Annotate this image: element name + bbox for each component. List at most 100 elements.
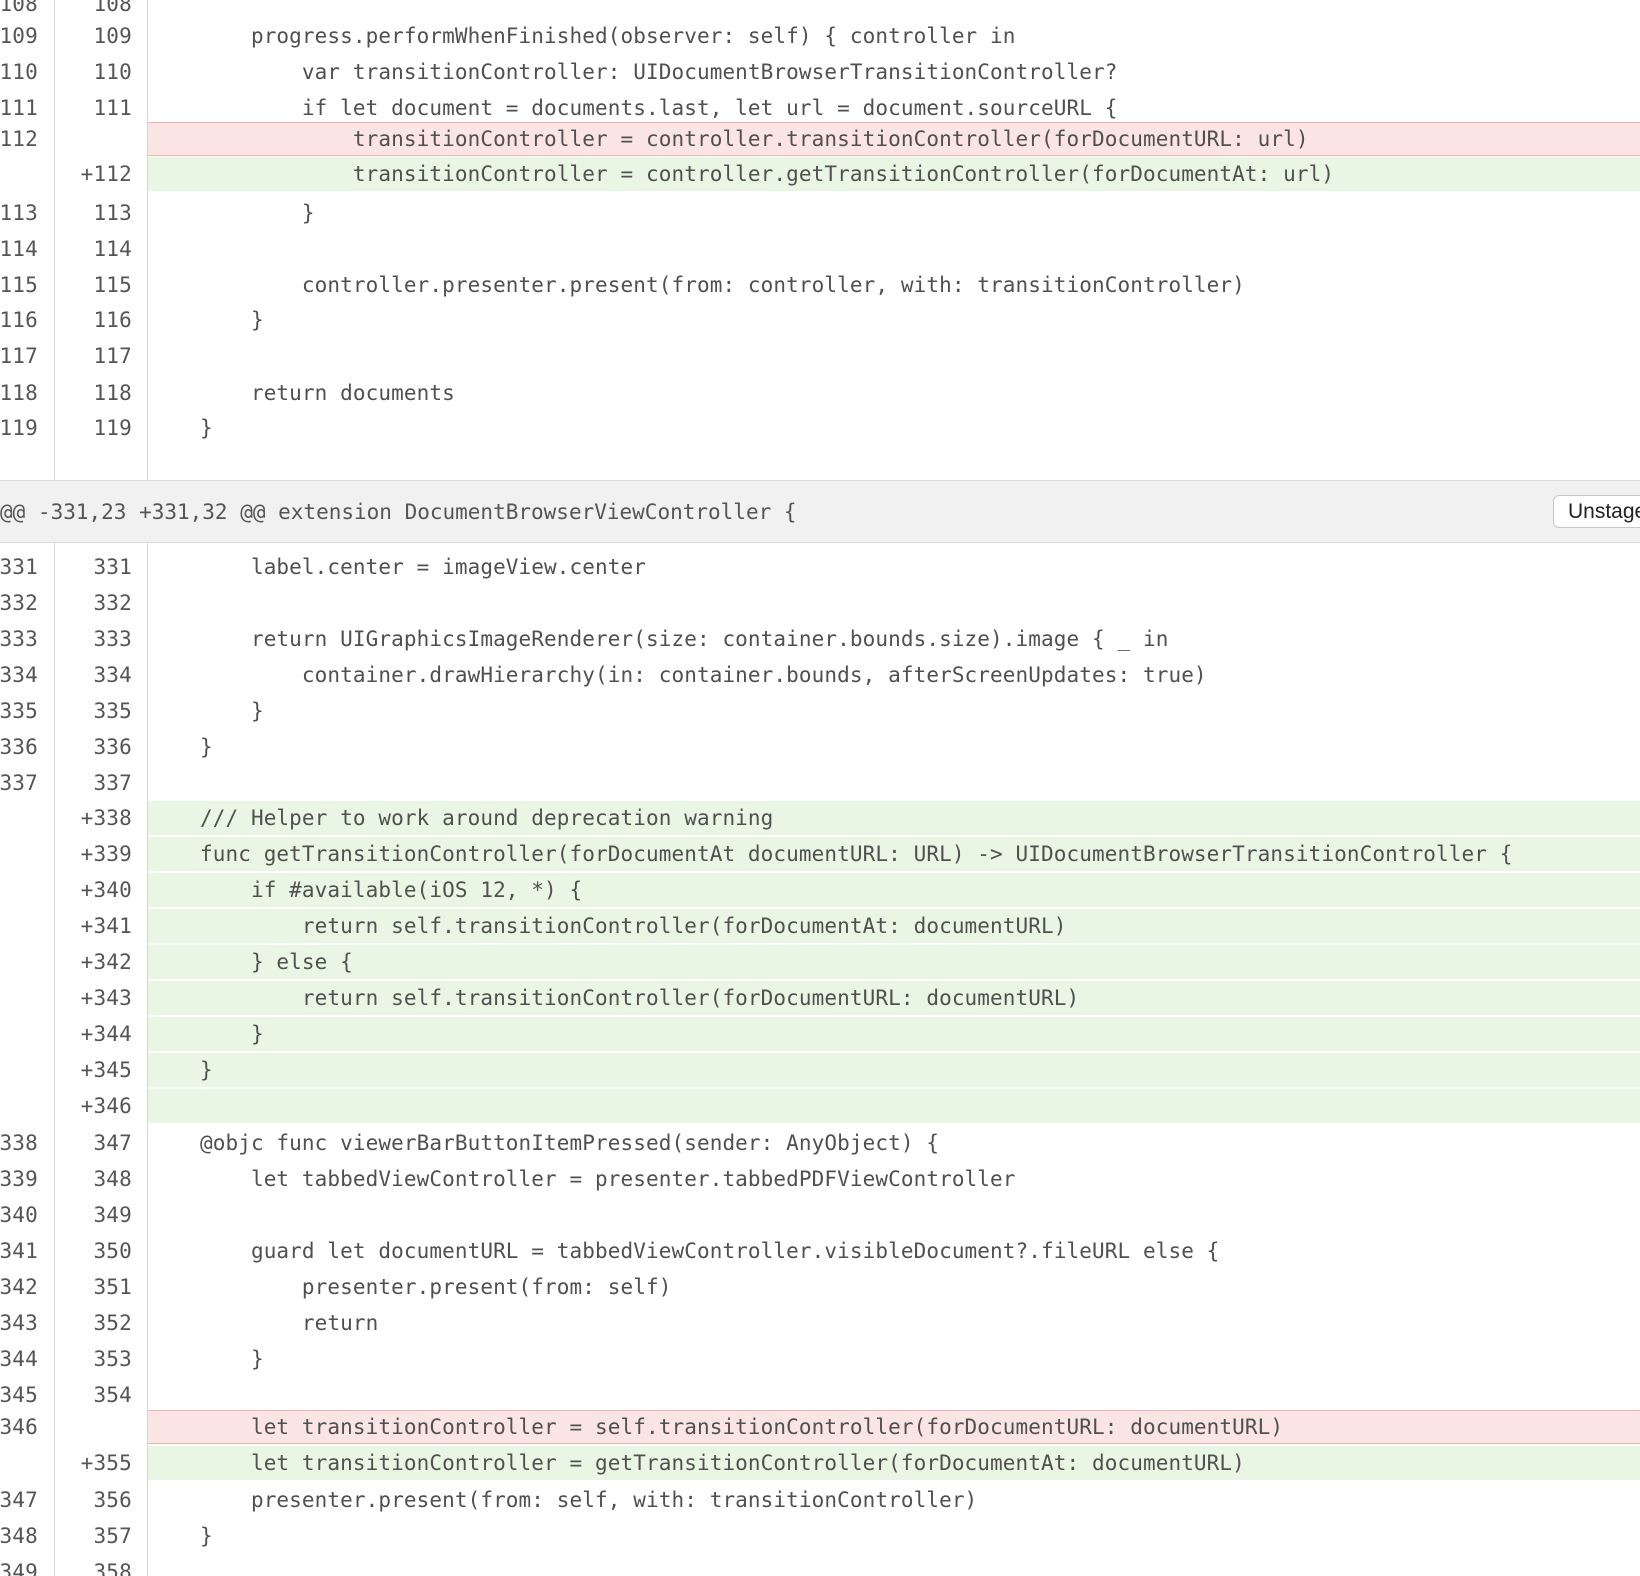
context-line: 115 115 controller.presenter.present(from…	[0, 267, 1640, 303]
context-line: 117 117	[0, 338, 1640, 374]
code-text: if #available(iOS 12, *) {	[149, 878, 583, 902]
code-text: }	[149, 308, 264, 332]
new-line-number: +343	[80, 986, 132, 1010]
added-line: +345 }	[0, 1053, 1640, 1087]
new-line-number: 354	[93, 1383, 132, 1407]
code-text: let tabbedViewController = presenter.tab…	[149, 1167, 1016, 1191]
new-line-number: 119	[93, 416, 132, 440]
context-line: 349 358	[0, 1554, 1640, 1576]
added-line: +346	[0, 1089, 1640, 1123]
old-line-number: 344	[0, 1347, 38, 1371]
hunk-header: @@ -331,23 +331,32 @@ extension Document…	[0, 480, 1640, 543]
added-line: +338 /// Helper to work around deprecati…	[0, 801, 1640, 835]
old-line-number: 333	[0, 627, 38, 651]
code-text: }	[149, 1022, 264, 1046]
line-background	[148, 765, 1640, 801]
old-line-number: 346	[0, 1415, 38, 1439]
new-line-number: 349	[93, 1203, 132, 1227]
old-line-number	[0, 1089, 38, 1123]
new-line-number: +112	[80, 162, 132, 186]
added-line: +344 }	[0, 1017, 1640, 1051]
new-line-number	[56, 1410, 132, 1444]
line-background	[148, 585, 1640, 621]
line-background	[148, 945, 1640, 979]
old-line-number: 114	[0, 237, 38, 261]
code-text: transitionController = controller.getTra…	[149, 162, 1335, 186]
line-background	[148, 410, 1640, 446]
old-line-number: 338	[0, 1131, 38, 1155]
code-text: transitionController = controller.transi…	[149, 127, 1309, 151]
line-background	[148, 1518, 1640, 1554]
code-text: presenter.present(from: self, with: tran…	[149, 1488, 978, 1512]
context-line: 119 119 }	[0, 410, 1640, 446]
line-background	[148, 1554, 1640, 1576]
code-text: }	[149, 201, 315, 225]
added-line: +112 transitionController = controller.g…	[0, 157, 1640, 191]
old-line-number: 335	[0, 699, 38, 723]
new-line-number: 335	[93, 699, 132, 723]
context-line: 335 335 }	[0, 693, 1640, 729]
code-text: controller.presenter.present(from: contr…	[149, 273, 1245, 297]
context-line: 347 356 presenter.present(from: self, wit…	[0, 1482, 1640, 1518]
new-line-number: 348	[93, 1167, 132, 1191]
new-line-number: +342	[80, 950, 132, 974]
new-line-number: 336	[93, 735, 132, 759]
line-background	[148, 302, 1640, 338]
code-text: if let document = documents.last, let ur…	[149, 96, 1118, 120]
new-line-number	[56, 122, 132, 156]
code-text: label.center = imageView.center	[149, 555, 646, 579]
context-line: 111 111 if let document = documents.last,…	[0, 90, 1640, 126]
old-line-number: 336	[0, 735, 38, 759]
old-line-number	[0, 801, 38, 835]
line-background	[148, 1377, 1640, 1413]
new-line-number: 334	[93, 663, 132, 687]
old-line-number: 115	[0, 273, 38, 297]
old-line-number: 334	[0, 663, 38, 687]
diff-view: 108 108 109 109 progress.performWhenFinishe…	[0, 0, 1640, 1576]
unstage-button[interactable]: Unstage	[1553, 495, 1640, 528]
old-line-number	[0, 981, 38, 1015]
new-line-number: 352	[93, 1311, 132, 1335]
old-line-number: 339	[0, 1167, 38, 1191]
old-line-number: 111	[0, 96, 38, 120]
code-text: }	[149, 416, 213, 440]
new-line-number: 347	[93, 1131, 132, 1155]
deleted-line: 112 transitionController = controller.tr…	[0, 122, 1640, 156]
line-background	[148, 231, 1640, 267]
new-line-number: 350	[93, 1239, 132, 1263]
line-background	[148, 729, 1640, 765]
code-text: func getTransitionController(forDocument…	[149, 842, 1513, 866]
code-text: } else {	[149, 950, 353, 974]
old-line-number: 113	[0, 201, 38, 225]
new-line-number: +344	[80, 1022, 132, 1046]
context-line: 333 333 return UIGraphicsImageRenderer(si…	[0, 621, 1640, 657]
code-text: var transitionController: UIDocumentBrow…	[149, 60, 1118, 84]
code-text: guard let documentURL = tabbedViewContro…	[149, 1239, 1220, 1263]
new-line-number: +341	[80, 914, 132, 938]
line-background	[148, 195, 1640, 231]
code-text: return documents	[149, 381, 455, 405]
new-line-number: 356	[93, 1488, 132, 1512]
old-line-number	[0, 157, 38, 191]
added-line: +355 let transitionController = getTrans…	[0, 1446, 1640, 1480]
old-line-number: 112	[0, 127, 38, 151]
code-text: return self.transitionController(forDocu…	[149, 914, 1067, 938]
old-line-number	[0, 909, 38, 943]
old-line-number	[0, 1446, 38, 1480]
old-line-number	[0, 837, 38, 871]
context-line: 338 347 @objc func viewerBarButtonItemPre…	[0, 1125, 1640, 1161]
old-line-number: 341	[0, 1239, 38, 1263]
old-line-number	[0, 1017, 38, 1051]
context-line: 337 337	[0, 765, 1640, 801]
old-line-number: 118	[0, 381, 38, 405]
old-line-number: 109	[0, 24, 38, 48]
code-text: }	[149, 1347, 264, 1371]
old-line-number: 331	[0, 555, 38, 579]
deleted-line: 346 let transitionController = self.tran…	[0, 1410, 1640, 1444]
code-text: presenter.present(from: self)	[149, 1275, 672, 1299]
added-line: +341 return self.transitionController(fo…	[0, 909, 1640, 943]
new-line-number: +340	[80, 878, 132, 902]
old-line-number: 117	[0, 344, 38, 368]
code-text: return	[149, 1311, 379, 1335]
code-text: let transitionController = self.transiti…	[149, 1415, 1284, 1439]
